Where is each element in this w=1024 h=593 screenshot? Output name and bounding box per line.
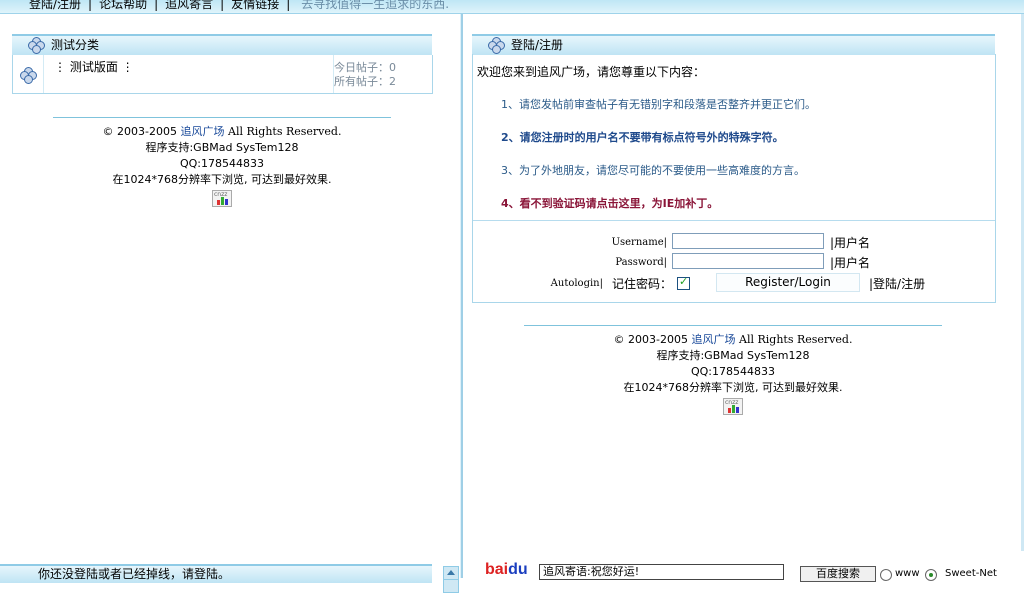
remember-checkbox[interactable]: ✓ xyxy=(677,275,690,290)
forum-name-text[interactable]: 测试版面 xyxy=(70,60,118,74)
forum-stats-cell: 今日帖子：0 所有帖子：2 xyxy=(334,55,432,93)
panel-divider xyxy=(473,220,995,221)
nav-separator: | xyxy=(154,0,159,11)
cnzz-icon[interactable]: cnzz xyxy=(212,190,232,207)
category-header: 测试分类 xyxy=(12,34,432,55)
autologin-label: Autologin| xyxy=(550,278,603,289)
nav-separator: | xyxy=(88,0,93,11)
login-title: 登陆/注册 xyxy=(511,38,564,52)
nav-forum-help[interactable]: 论坛帮助 xyxy=(99,0,147,11)
clover-icon xyxy=(20,67,37,84)
register-login-button[interactable]: Register/Login xyxy=(716,273,860,292)
nav-separator: | xyxy=(286,0,291,11)
clover-icon xyxy=(28,37,45,54)
footer-program: 程序支持:GBMad SysTem128 xyxy=(145,141,299,154)
footer-site-link[interactable]: 追风广场 xyxy=(692,333,736,346)
top-nav-inner: 登陆/注册 | 论坛帮助 | 追风寄言 | 友情链接 | 去寻找值得一生追求的东西. xyxy=(29,0,449,12)
footer-copyright: © 2003-2005 追风广场 All Rights Reserved. xyxy=(613,333,853,346)
scroll-down-button[interactable] xyxy=(443,579,459,593)
submit-hint: |登陆/注册 xyxy=(869,277,926,291)
footer-rule xyxy=(53,117,391,118)
arrow-up-icon xyxy=(447,570,455,575)
baidu-search-bar: baidu 追风寄语:祝您好运! 百度搜索 www Sweet-Net xyxy=(463,561,1024,582)
password-hint: |用户名 xyxy=(830,256,871,270)
left-footer: © 2003-2005 追风广场 All Rights Reserved. 程序… xyxy=(53,117,391,207)
footer-resolution: 在1024*768分辨率下浏览, 可达到最好效果. xyxy=(623,381,843,394)
status-bar: 你还没登陆或者已经掉线，请登陆。 xyxy=(0,551,460,593)
footer-site-link[interactable]: 追风广场 xyxy=(181,125,225,138)
footer-qq: QQ:178544833 xyxy=(690,365,775,378)
nav-login-register[interactable]: 登陆/注册 xyxy=(29,0,81,11)
login-status-text: 你还没登陆或者已经掉线，请登陆。 xyxy=(38,567,231,581)
password-label: Password| xyxy=(615,257,667,268)
left-frame: 测试分类 ⋮ 测试版面 ⋮ 今日帖子：0 所有帖子：2 © 2003-2005 … xyxy=(0,14,460,593)
remember-label: 记住密码： xyxy=(612,277,673,291)
check-icon: ✓ xyxy=(679,275,689,288)
all-posts: 所有帖子：2 xyxy=(334,75,396,88)
radio-www-label: www xyxy=(895,568,920,579)
username-label: Username| xyxy=(611,237,667,248)
category-table: ⋮ 测试版面 ⋮ 今日帖子：0 所有帖子：2 xyxy=(12,55,433,94)
cnzz-badge[interactable]: cnzz xyxy=(53,188,391,207)
baidu-logo[interactable]: baidu xyxy=(485,561,528,579)
footer-resolution: 在1024*768分辨率下浏览, 可达到最好效果. xyxy=(112,173,332,186)
clover-icon xyxy=(488,37,505,54)
baidu-search-button[interactable]: 百度搜索 xyxy=(800,566,876,582)
radio-site[interactable] xyxy=(925,569,937,581)
username-input[interactable] xyxy=(672,233,824,249)
rule-3: 3、为了外地朋友，请您尽可能的不要使用一些高难度的方言。 xyxy=(501,164,805,177)
radio-www[interactable] xyxy=(880,569,892,581)
footer-rule xyxy=(524,325,942,326)
radio-site-label: Sweet-Net xyxy=(945,568,997,579)
footer-qq: QQ:178544833 xyxy=(179,157,264,170)
nav-message[interactable]: 追风寄言 xyxy=(165,0,213,11)
password-input[interactable] xyxy=(672,253,824,269)
welcome-text: 欢迎您来到追风广场，请您尊重以下内容： xyxy=(477,65,706,79)
rule-4-patch-link[interactable]: 4、看不到验证码请点击这里，为IE加补丁。 xyxy=(501,195,718,211)
cnzz-badge[interactable]: cnzz xyxy=(524,396,942,415)
rule-1: 1、请您发帖前审查帖子有无错别字和段落是否整齐并更正它们。 xyxy=(501,98,816,111)
login-header: 登陆/注册 xyxy=(472,34,995,55)
rule-2: 2、请您注册时的用户名不要带有标点符号外的特殊字符。 xyxy=(501,131,784,144)
login-panel: 欢迎您来到追风广场，请您尊重以下内容： 1、请您发帖前审查帖子有无错别字和段落是… xyxy=(472,54,996,303)
login-status: 你还没登陆或者已经掉线，请登陆。 xyxy=(0,564,432,583)
nav-separator: | xyxy=(220,0,225,11)
footer-program: 程序支持:GBMad SysTem128 xyxy=(656,349,810,362)
right-footer: © 2003-2005 追风广场 All Rights Reserved. 程序… xyxy=(524,325,942,415)
footer-copyright: © 2003-2005 追风广场 All Rights Reserved. xyxy=(102,125,342,138)
category-title: 测试分类 xyxy=(51,38,100,52)
forum-name[interactable]: ⋮ 测试版面 ⋮ xyxy=(54,58,134,75)
top-nav: 登陆/注册 | 论坛帮助 | 追风寄言 | 友情链接 | 去寻找值得一生追求的东西. xyxy=(0,0,1024,14)
right-frame: 登陆/注册 欢迎您来到追风广场，请您尊重以下内容： 1、请您发帖前审查帖子有无错… xyxy=(463,14,1024,582)
nav-friend-links[interactable]: 友情链接 xyxy=(231,0,279,11)
forum-icon-cell xyxy=(13,55,44,93)
forum-name-cell: ⋮ 测试版面 ⋮ xyxy=(43,55,334,93)
nav-slogan: 去寻找值得一生追求的东西. xyxy=(301,0,450,11)
cnzz-icon[interactable]: cnzz xyxy=(723,398,743,415)
username-hint: |用户名 xyxy=(830,236,871,250)
